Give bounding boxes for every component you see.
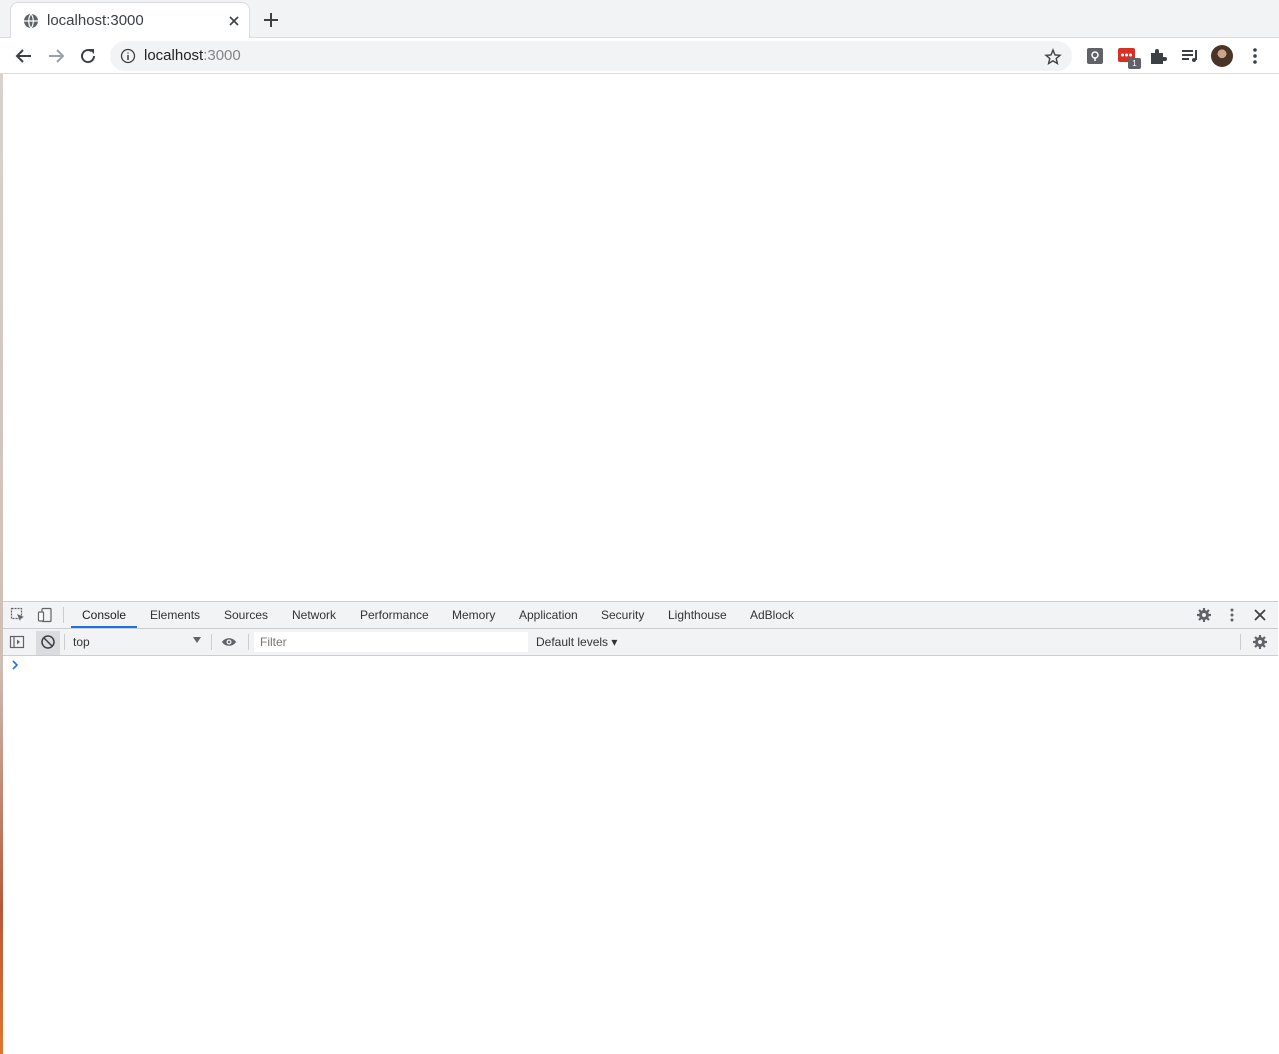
chrome-menu-icon[interactable] bbox=[1244, 45, 1266, 67]
devtools-tab-bar: Console Elements Sources Network Performance… bbox=[3, 602, 1278, 629]
back-arrow-icon[interactable] bbox=[12, 44, 36, 68]
devtools-tab-console[interactable]: Console bbox=[71, 602, 138, 628]
new-tab-icon[interactable] bbox=[261, 10, 281, 30]
extension-badge: 1 bbox=[1128, 58, 1141, 69]
globe-icon bbox=[24, 13, 38, 29]
show-sidebar-icon[interactable] bbox=[9, 634, 25, 650]
url-text: localhost:3000 bbox=[144, 47, 241, 64]
tab-title: localhost:3000 bbox=[47, 12, 144, 29]
log-levels-dropdown[interactable]: Default levels ▾ bbox=[536, 629, 617, 655]
separator bbox=[248, 634, 249, 650]
devtools-tab-adblock[interactable]: AdBlock bbox=[739, 602, 805, 628]
live-expression-eye-icon[interactable] bbox=[221, 634, 237, 650]
devtools-tab-performance[interactable]: Performance bbox=[349, 602, 440, 628]
javascript-context-select[interactable]: top bbox=[67, 631, 207, 653]
reload-icon[interactable] bbox=[76, 44, 100, 68]
page-viewport bbox=[3, 74, 1277, 601]
devtools-tab-sources[interactable]: Sources bbox=[213, 602, 279, 628]
extensions-puzzle-icon[interactable] bbox=[1147, 45, 1169, 67]
devtools-tab-lighthouse[interactable]: Lighthouse bbox=[657, 602, 738, 628]
console-settings-gear-icon[interactable] bbox=[1252, 634, 1268, 650]
devtools-tab-network[interactable]: Network bbox=[281, 602, 347, 628]
devtools-tab-security[interactable]: Security bbox=[590, 602, 655, 628]
tab-strip: localhost:3000 bbox=[0, 0, 1279, 38]
dropdown-arrow-icon bbox=[193, 637, 201, 643]
close-devtools-icon[interactable] bbox=[1252, 607, 1268, 623]
devtools-tab-elements[interactable]: Elements bbox=[139, 602, 211, 628]
separator bbox=[211, 634, 212, 650]
inspect-element-icon[interactable] bbox=[10, 607, 26, 623]
browser-tab[interactable]: localhost:3000 bbox=[10, 2, 250, 38]
separator bbox=[1240, 634, 1241, 650]
devtools-tab-memory[interactable]: Memory bbox=[441, 602, 506, 628]
console-toolbar: top Default levels ▾ bbox=[3, 629, 1278, 656]
devtools-panel: Console Elements Sources Network Performance… bbox=[3, 601, 1278, 1054]
url-port: :3000 bbox=[203, 47, 241, 64]
clear-console-icon[interactable] bbox=[40, 634, 56, 650]
browser-toolbar: localhost:3000 bbox=[0, 38, 1279, 74]
bookmark-star-icon[interactable] bbox=[1044, 48, 1062, 66]
info-icon[interactable] bbox=[120, 48, 136, 64]
devtools-more-options-icon[interactable] bbox=[1224, 607, 1240, 623]
devtools-tab-application[interactable]: Application bbox=[508, 602, 589, 628]
password-manager-extension-icon[interactable] bbox=[1084, 45, 1106, 67]
profile-avatar[interactable] bbox=[1211, 45, 1233, 67]
console-filter-input[interactable] bbox=[254, 632, 528, 652]
forward-arrow-icon[interactable] bbox=[44, 44, 68, 68]
separator bbox=[63, 607, 64, 623]
address-bar[interactable]: localhost:3000 bbox=[110, 41, 1072, 71]
url-host: localhost bbox=[144, 47, 204, 64]
device-toolbar-icon[interactable] bbox=[37, 607, 53, 623]
media-queue-icon[interactable] bbox=[1179, 45, 1201, 67]
separator bbox=[64, 634, 65, 650]
settings-gear-icon[interactable] bbox=[1196, 607, 1212, 623]
console-prompt-chevron-icon[interactable] bbox=[11, 660, 19, 670]
close-tab-icon[interactable] bbox=[225, 12, 243, 30]
